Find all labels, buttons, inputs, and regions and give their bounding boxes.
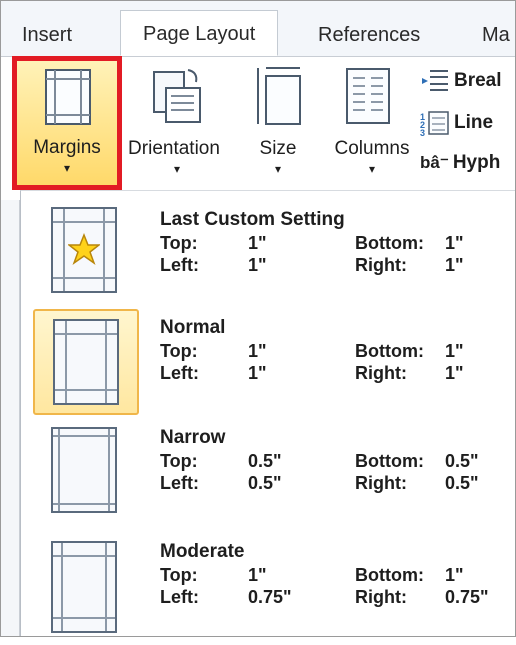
screenshot-border [0, 0, 516, 637]
